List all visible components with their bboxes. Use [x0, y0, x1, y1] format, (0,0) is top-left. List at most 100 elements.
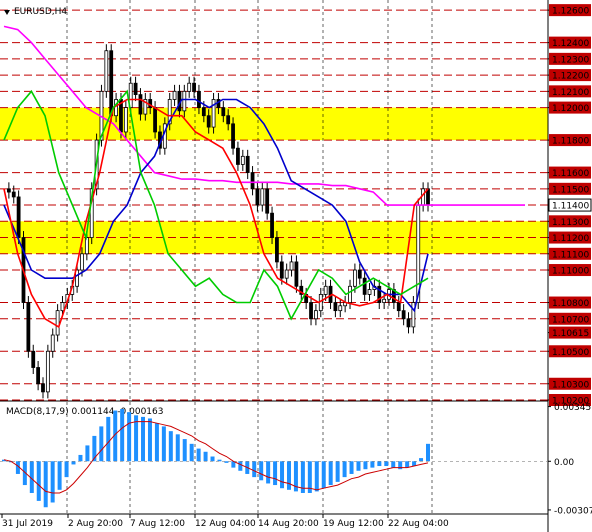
price-tick-label: 1.11800	[552, 137, 589, 147]
macd-bar	[189, 443, 194, 462]
time-tick-label: 22 Aug 04:00	[388, 519, 449, 529]
candle-body	[45, 350, 50, 393]
macd-bar	[266, 461, 271, 484]
candle-body	[357, 269, 362, 279]
candle-body	[31, 350, 36, 368]
macd-bar	[78, 454, 83, 462]
macd-bar	[342, 461, 347, 478]
candle-body	[221, 107, 226, 117]
macd-bar	[99, 426, 104, 462]
macd-bar	[426, 443, 430, 462]
macd-bar	[210, 456, 215, 462]
candle-body	[260, 188, 265, 206]
candle-body	[396, 302, 401, 312]
candle-body	[192, 82, 196, 92]
candle-body	[153, 107, 157, 133]
macd-bar	[154, 423, 159, 462]
candle-body	[250, 172, 255, 190]
candle-body	[265, 188, 270, 214]
chart-title: EURUSD,H4	[14, 7, 67, 17]
candle-body	[172, 90, 177, 100]
price-axis: 1.12600 1.12400 1.12300 1.12200 1.12100 1.120…	[548, 4, 592, 407]
macd-bar	[196, 448, 201, 462]
macd-tick-label: 0.00	[554, 458, 574, 468]
candle-body	[55, 310, 60, 336]
candle-body	[104, 50, 109, 92]
macd-bar	[182, 439, 187, 462]
macd-bar	[43, 461, 48, 508]
price-tick-label: 1.11000	[552, 267, 589, 277]
candle-body	[289, 261, 294, 271]
candle-body	[109, 50, 114, 117]
macd-bar	[64, 461, 69, 478]
macd-bar	[356, 461, 361, 471]
price-tick-label: 1.11100	[552, 250, 589, 260]
candle-body	[284, 269, 289, 279]
candle-body	[226, 115, 231, 125]
price-tick-label: 1.11600	[552, 169, 589, 179]
macd-tick-label: 0.00345	[554, 403, 591, 413]
macd-bar	[175, 434, 180, 462]
time-tick-label: 14 Aug 20:00	[258, 519, 319, 529]
macd-tick-label: -0.00307	[554, 506, 592, 516]
candle-body	[333, 302, 338, 312]
macd-bar	[127, 412, 132, 462]
time-tick-label: 7 Aug 12:00	[130, 519, 185, 529]
candle-body	[245, 155, 250, 173]
candle-body	[401, 310, 406, 320]
candle-body	[182, 90, 187, 112]
candle-body	[309, 302, 313, 320]
macd-bar	[384, 461, 389, 467]
price-tick-label: 1.12400	[552, 39, 589, 49]
candle-body	[138, 94, 143, 115]
highlight-zone	[0, 107, 548, 141]
time-tick-label: 2 Aug 20:00	[68, 519, 123, 529]
macd-bar	[57, 461, 62, 490]
macd-bar	[273, 461, 278, 486]
macd-bar	[168, 431, 173, 462]
candle-body	[206, 115, 211, 128]
macd-bar	[106, 416, 111, 462]
macd-bar	[349, 461, 354, 474]
macd-bar	[328, 461, 333, 486]
price-tick-label: 1.11500	[552, 185, 589, 195]
price-tick-label: 1.10800	[552, 299, 589, 309]
macd-bar	[259, 461, 264, 481]
macd-bar	[321, 461, 326, 489]
macd-bar	[370, 461, 375, 468]
price-tick-label: 1.10300	[552, 380, 589, 390]
macd-bar	[147, 418, 152, 462]
candle-body	[352, 269, 357, 287]
price-tick-label: 1.12200	[552, 72, 589, 82]
macd-bar	[238, 461, 243, 471]
price-tick-label: 1.12600	[552, 7, 589, 17]
time-tick-label: 31 Jul 2019	[2, 519, 53, 529]
macd-bar	[141, 416, 146, 462]
time-tick-label: 12 Aug 04:00	[195, 519, 256, 529]
candle-body	[406, 318, 411, 328]
candle-body	[197, 90, 201, 108]
candle-body	[133, 82, 138, 95]
macd-bar	[50, 461, 55, 503]
candle-body	[236, 147, 240, 165]
candle-body	[314, 310, 318, 320]
candle-body	[201, 107, 206, 117]
candle-body	[187, 82, 192, 92]
macd-bar	[224, 461, 229, 463]
candle-body	[362, 277, 367, 295]
candle-body	[231, 123, 235, 149]
macd-bar	[377, 461, 382, 467]
macd-bar	[405, 461, 410, 468]
candle-body	[36, 367, 41, 385]
macd-bar	[286, 461, 291, 490]
candle-body	[367, 289, 372, 295]
candle-body	[411, 302, 416, 328]
macd-bar	[314, 461, 319, 492]
candle-body	[16, 196, 21, 238]
macd-bar	[120, 408, 125, 462]
candle-body	[279, 261, 284, 279]
candle-body	[275, 237, 279, 263]
candle-body	[26, 302, 31, 352]
candle-body	[50, 334, 55, 352]
macd-bar	[335, 461, 340, 482]
